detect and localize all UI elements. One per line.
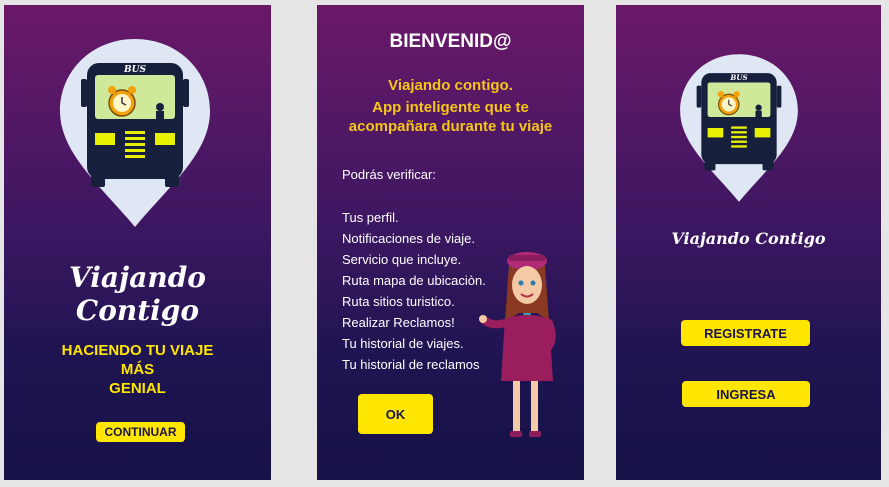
continue-button[interactable]: CONTINUAR [96,422,185,442]
bus-icon: BUS [696,73,782,171]
svg-text:BUS: BUS [729,73,747,82]
list-item: Ruta mapa de ubicaciòn. [342,273,486,288]
bus-pin-logo: BUS [680,54,798,202]
feature-list: Tus perfil. Notificaciones de viaje. Ser… [342,207,486,375]
list-item: Realizar Reclamos! [342,315,455,330]
tagline-line-3: GENIAL [109,380,166,397]
list-item: Tu historial de reclamos [342,357,480,372]
welcome-screen: BIENVENID@ Viajando contigo. App intelig… [317,5,584,480]
flight-attendant-illustration [479,252,556,437]
driver-icon [755,104,762,118]
tagline-line-1: HACIENDO TU VIAJE [61,342,214,359]
list-item: Notificaciones de viaje. [342,231,475,246]
welcome-title: BIENVENID@ [389,31,512,52]
auth-choice-screen: BUS Viajando Contigo REGISTRATE INGRESA [616,5,881,480]
app-brand-title: Viajando Contigo [671,229,826,248]
tagline-line-2: MÁS [120,361,155,378]
list-item: Tus perfil. [342,210,399,225]
welcome-subtitle-2: App inteligente que te [372,99,529,116]
bus-pin-logo: BUS [60,39,210,227]
welcome-subtitle-1: Viajando contigo. [388,77,513,94]
welcome-subtitle-3: acompañara durante tu viaje [348,118,553,135]
splash-screen: BUS Viajando Contigo HACIENDO TU VIAJE M… [4,5,271,480]
svg-text:BUS: BUS [123,65,146,75]
driver-icon [156,103,164,119]
bus-icon: BUS [81,63,189,187]
list-item: Ruta sitios turistico. [342,294,455,309]
tagline: HACIENDO TU VIAJE MÁS GENIAL [4,341,271,398]
verify-label: Podrás verificar: [342,167,436,182]
alarm-clock-icon [717,91,740,116]
login-button[interactable]: INGRESA [682,381,810,407]
list-item: Tu historial de viajes. [342,336,464,351]
ok-button[interactable]: OK [358,394,433,434]
register-button[interactable]: REGISTRATE [681,320,810,346]
list-item: Servicio que incluye. [342,252,462,267]
alarm-clock-icon [108,86,136,117]
app-brand-title: Viajando Contigo [69,261,206,327]
